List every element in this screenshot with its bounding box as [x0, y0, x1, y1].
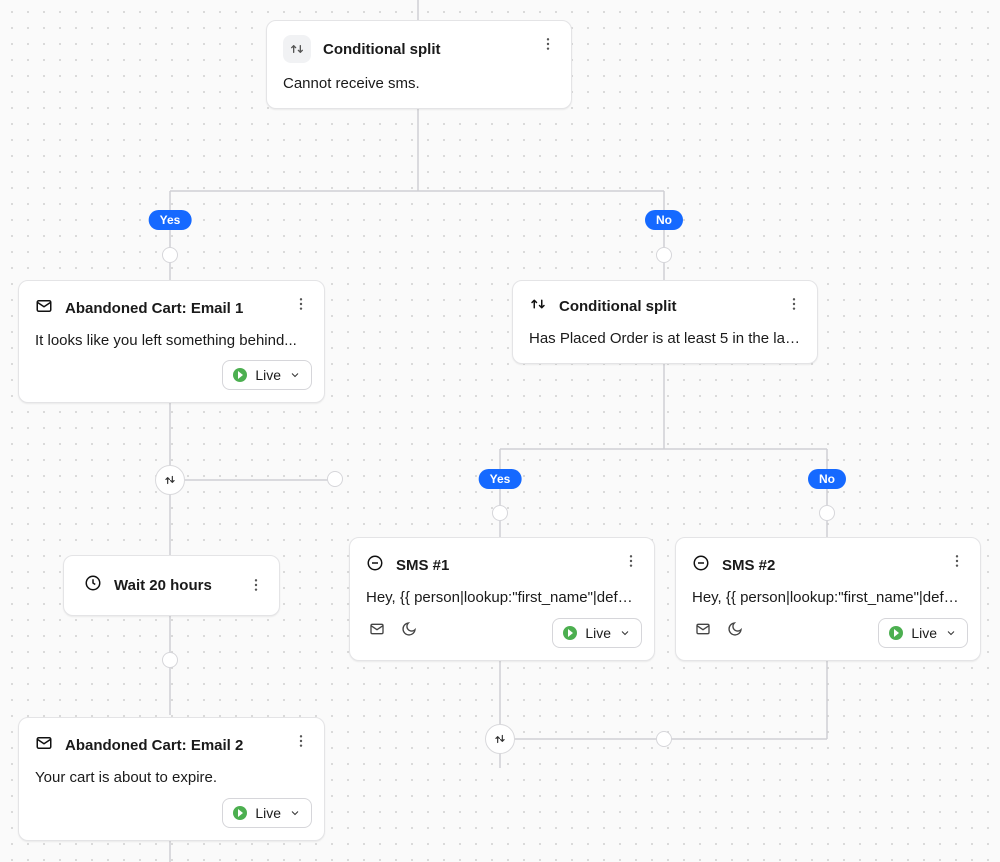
status-label: Live	[585, 625, 611, 641]
node-description: Your cart is about to expire.	[35, 769, 308, 786]
quiet-hours-icon	[724, 618, 746, 640]
connector-dot	[819, 505, 835, 521]
mail-icon	[35, 297, 53, 320]
connector-dot	[162, 652, 178, 668]
branch-pill-yes: Yes	[149, 210, 192, 230]
node-description: Cannot receive sms.	[283, 75, 555, 92]
node-sms[interactable]: SMS #2 Hey, {{ person|lookup:"first_name…	[675, 537, 981, 661]
node-menu-button[interactable]	[783, 293, 805, 315]
node-menu-button[interactable]	[537, 33, 559, 55]
status-label: Live	[255, 367, 281, 383]
connector-dot	[656, 247, 672, 263]
node-email[interactable]: Abandoned Cart: Email 1 It looks like yo…	[18, 280, 325, 403]
node-conditional-split[interactable]: Conditional split Cannot receive sms.	[266, 20, 572, 109]
node-menu-button[interactable]	[620, 550, 642, 572]
chevron-down-icon	[619, 627, 631, 639]
chat-icon	[366, 554, 384, 577]
connector-dot	[327, 471, 343, 487]
mail-icon	[35, 734, 53, 757]
merge-node[interactable]	[155, 465, 185, 495]
status-dropdown[interactable]: Live	[222, 798, 312, 828]
play-icon	[233, 806, 247, 820]
node-description: Hey, {{ person|lookup:"first_name"|defau…	[366, 589, 638, 606]
status-dropdown[interactable]: Live	[878, 618, 968, 648]
node-wait[interactable]: Wait 20 hours	[63, 555, 280, 616]
chat-icon	[692, 554, 710, 577]
status-dropdown[interactable]: Live	[552, 618, 642, 648]
node-sms[interactable]: SMS #1 Hey, {{ person|lookup:"first_name…	[349, 537, 655, 661]
node-conditional-split[interactable]: Conditional split Has Placed Order is at…	[512, 280, 818, 364]
node-description: It looks like you left something behind.…	[35, 332, 308, 349]
node-menu-button[interactable]	[290, 730, 312, 752]
node-description: Hey, {{ person|lookup:"first_name"|defau…	[692, 589, 964, 606]
status-label: Live	[911, 625, 937, 641]
split-icon	[283, 35, 311, 63]
branch-pill-no: No	[808, 469, 846, 489]
connector-dot	[656, 731, 672, 747]
node-description: Has Placed Order is at least 5 in the la…	[529, 330, 801, 347]
chevron-down-icon	[289, 369, 301, 381]
node-title: SMS #2	[722, 557, 775, 574]
chevron-down-icon	[289, 807, 301, 819]
merge-node[interactable]	[485, 724, 515, 754]
connector-dot	[162, 247, 178, 263]
clock-icon	[84, 574, 102, 597]
branch-pill-yes: Yes	[479, 469, 522, 489]
connector-dot	[492, 505, 508, 521]
chevron-down-icon	[945, 627, 957, 639]
node-title: Abandoned Cart: Email 1	[65, 300, 243, 317]
status-dropdown[interactable]: Live	[222, 360, 312, 390]
node-title: Conditional split	[559, 298, 677, 315]
node-menu-button[interactable]	[245, 574, 267, 596]
smart-send-icon	[692, 618, 714, 640]
play-icon	[563, 626, 577, 640]
quiet-hours-icon	[398, 618, 420, 640]
node-email[interactable]: Abandoned Cart: Email 2 Your cart is abo…	[18, 717, 325, 841]
node-title: Wait 20 hours	[114, 577, 212, 594]
node-title: SMS #1	[396, 557, 449, 574]
node-menu-button[interactable]	[290, 293, 312, 315]
branch-pill-no: No	[645, 210, 683, 230]
split-icon	[529, 295, 547, 318]
play-icon	[233, 368, 247, 382]
flow-canvas[interactable]: Yes No Yes No Conditional split Cannot r…	[0, 0, 1000, 862]
node-title: Abandoned Cart: Email 2	[65, 737, 243, 754]
node-menu-button[interactable]	[946, 550, 968, 572]
smart-send-icon	[366, 618, 388, 640]
node-title: Conditional split	[323, 41, 441, 58]
play-icon	[889, 626, 903, 640]
status-label: Live	[255, 805, 281, 821]
